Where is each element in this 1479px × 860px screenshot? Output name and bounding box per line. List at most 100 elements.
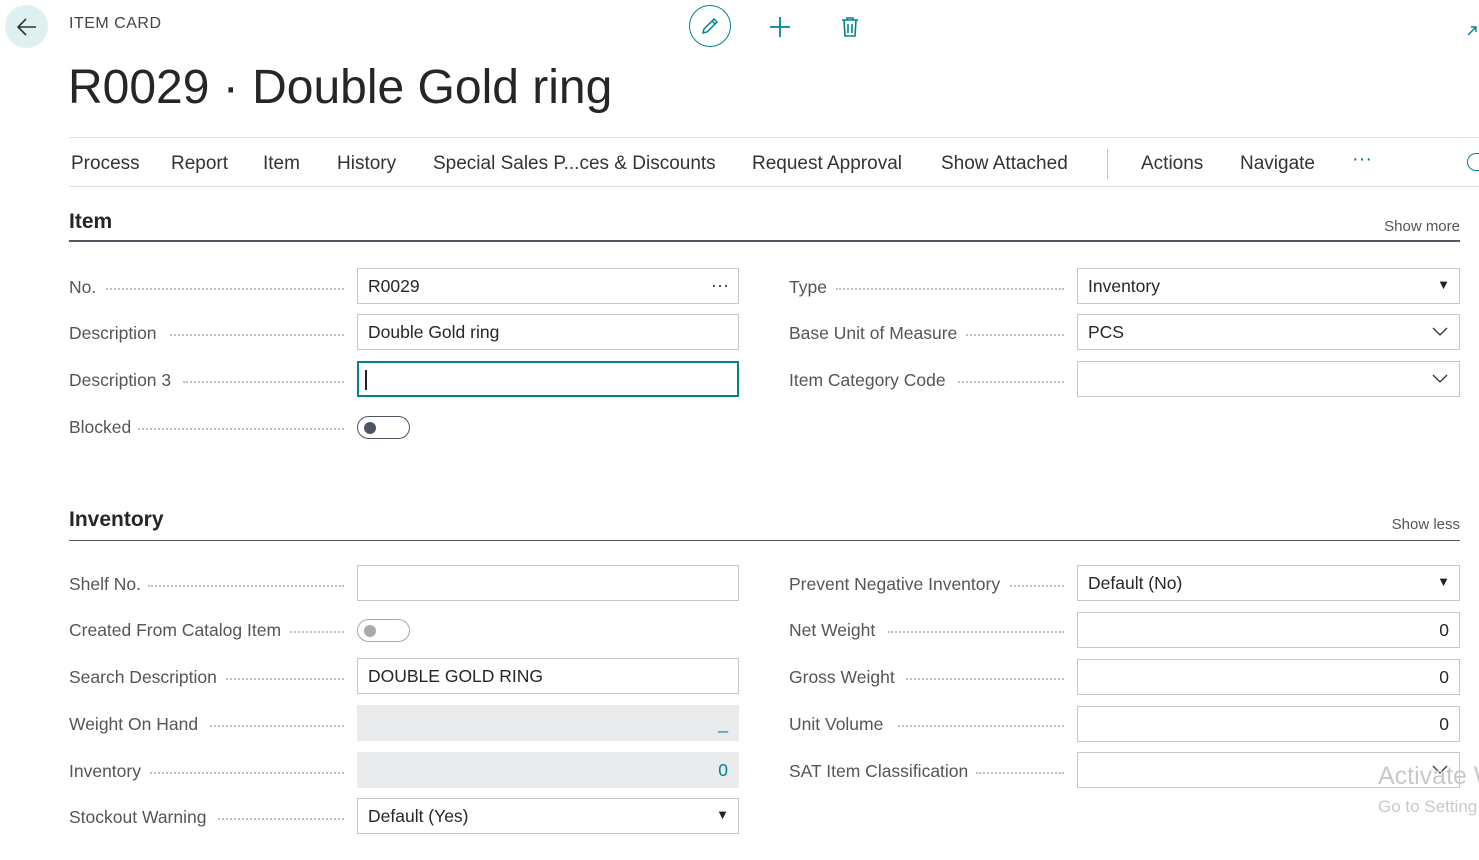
pencil-icon [701, 17, 719, 35]
action-request-approval[interactable]: Request Approval [752, 153, 902, 175]
unit-volume-value: 0 [1439, 713, 1449, 734]
field-label-no: No. [69, 277, 97, 297]
field-label-sat-item-classification: SAT Item Classification [789, 761, 969, 781]
field-label-prevent-negative-inventory: Prevent Negative Inventory [789, 574, 1001, 594]
net-weight-field[interactable]: 0 [1077, 612, 1460, 648]
shelf-no-field[interactable] [357, 565, 739, 601]
toggle-knob [364, 625, 376, 637]
back-button[interactable] [5, 5, 48, 48]
new-button[interactable] [766, 13, 794, 41]
section-title-item: Item [69, 210, 113, 233]
created-from-catalog-item-toggle [357, 619, 410, 642]
page-type-caption: ITEM CARD [69, 15, 162, 32]
expand-icon[interactable] [1465, 24, 1479, 38]
leader-dots [906, 678, 1064, 680]
inventory-field[interactable]: 0 [357, 752, 739, 788]
divider [69, 137, 1479, 138]
type-value: Inventory [1088, 275, 1160, 296]
activation-watermark-subtitle: Go to Setting [1378, 797, 1478, 816]
search-description-value: DOUBLE GOLD RING [368, 665, 544, 686]
chevron-down-icon[interactable] [1432, 370, 1448, 386]
stockout-warning-value: Default (Yes) [368, 805, 469, 826]
field-label-description-3: Description 3 [69, 370, 172, 390]
dropdown-caret-icon: ▼ [1437, 277, 1450, 292]
description-3-field[interactable] [357, 361, 739, 397]
search-description-field[interactable]: DOUBLE GOLD RING [357, 658, 739, 694]
description-field[interactable]: Double Gold ring [357, 314, 739, 350]
inventory-value[interactable]: 0 [718, 760, 728, 781]
field-label-type: Type [789, 277, 827, 297]
section-rule [69, 240, 1460, 242]
action-item[interactable]: Item [263, 153, 300, 175]
field-label-blocked: Blocked [69, 417, 132, 437]
no-field[interactable]: R0029 ··· [357, 268, 739, 304]
action-process[interactable]: Process [71, 153, 140, 175]
more-actions-button[interactable]: ··· [1352, 148, 1372, 171]
action-navigate[interactable]: Navigate [1240, 153, 1315, 175]
leader-dots [148, 585, 344, 587]
arrow-left-icon [16, 17, 36, 36]
action-special-sales-prices[interactable]: Special Sales P...ces & Discounts [433, 153, 716, 175]
dropdown-caret-icon: ▼ [1437, 574, 1450, 589]
weight-on-hand-field: _ [357, 705, 739, 741]
leader-dots [898, 725, 1064, 727]
info-icon[interactable] [1467, 153, 1479, 171]
action-report[interactable]: Report [171, 153, 228, 175]
field-label-weight-on-hand: Weight On Hand [69, 714, 199, 734]
description-value: Double Gold ring [368, 321, 500, 342]
item-category-code-field[interactable] [1077, 361, 1460, 397]
base-unit-of-measure-value: PCS [1088, 321, 1124, 342]
edit-button[interactable] [689, 5, 731, 47]
plus-icon [770, 17, 790, 37]
leader-dots [218, 818, 344, 820]
gross-weight-value: 0 [1439, 666, 1449, 687]
action-show-attached[interactable]: Show Attached [941, 153, 1068, 175]
action-separator [1107, 149, 1108, 179]
stockout-warning-select[interactable]: Default (Yes) ▼ [357, 798, 739, 834]
field-label-net-weight: Net Weight [789, 620, 876, 640]
prevent-negative-inventory-select[interactable]: Default (No) ▼ [1077, 565, 1460, 601]
field-label-search-description: Search Description [69, 667, 217, 687]
field-label-inventory: Inventory [69, 761, 141, 781]
leader-dots [1010, 585, 1064, 587]
field-label-created-from-catalog-item: Created From Catalog Item [69, 620, 282, 640]
divider [69, 186, 1479, 187]
show-less-link[interactable]: Show less [1392, 516, 1460, 533]
chevron-down-icon[interactable] [1432, 323, 1448, 339]
dropdown-caret-icon: ▼ [716, 807, 729, 822]
more-options-icon[interactable]: ··· [711, 275, 729, 296]
activation-watermark-title: Activate W [1378, 762, 1479, 790]
leader-dots [836, 288, 1064, 290]
field-label-item-category-code: Item Category Code [789, 370, 946, 390]
gross-weight-field[interactable]: 0 [1077, 659, 1460, 695]
field-label-gross-weight: Gross Weight [789, 667, 895, 687]
action-history[interactable]: History [337, 153, 396, 175]
no-value: R0029 [368, 275, 420, 296]
net-weight-value: 0 [1439, 619, 1449, 640]
text-cursor [365, 370, 367, 390]
field-label-unit-volume: Unit Volume [789, 714, 884, 734]
weight-on-hand-value: _ [718, 712, 728, 733]
page-title: R0029 · Double Gold ring [68, 61, 613, 114]
field-label-stockout-warning: Stockout Warning [69, 807, 207, 827]
prevent-negative-inventory-value: Default (No) [1088, 572, 1183, 593]
blocked-toggle[interactable] [357, 416, 410, 439]
leader-dots [226, 678, 344, 680]
section-title-inventory: Inventory [69, 508, 164, 531]
show-more-link[interactable]: Show more [1384, 218, 1460, 235]
leader-dots [888, 631, 1064, 633]
leader-dots [138, 428, 344, 430]
field-label-base-unit-of-measure: Base Unit of Measure [789, 323, 958, 343]
action-actions[interactable]: Actions [1141, 153, 1203, 175]
base-unit-of-measure-field[interactable]: PCS [1077, 314, 1460, 350]
leader-dots [106, 288, 344, 290]
leader-dots [966, 334, 1064, 336]
unit-volume-field[interactable]: 0 [1077, 706, 1460, 742]
leader-dots [958, 381, 1064, 383]
field-label-description: Description [69, 323, 157, 343]
leader-dots [976, 772, 1064, 774]
type-select[interactable]: Inventory ▼ [1077, 268, 1460, 304]
toggle-knob [364, 422, 376, 434]
delete-button[interactable] [836, 13, 864, 41]
leader-dots [150, 772, 344, 774]
